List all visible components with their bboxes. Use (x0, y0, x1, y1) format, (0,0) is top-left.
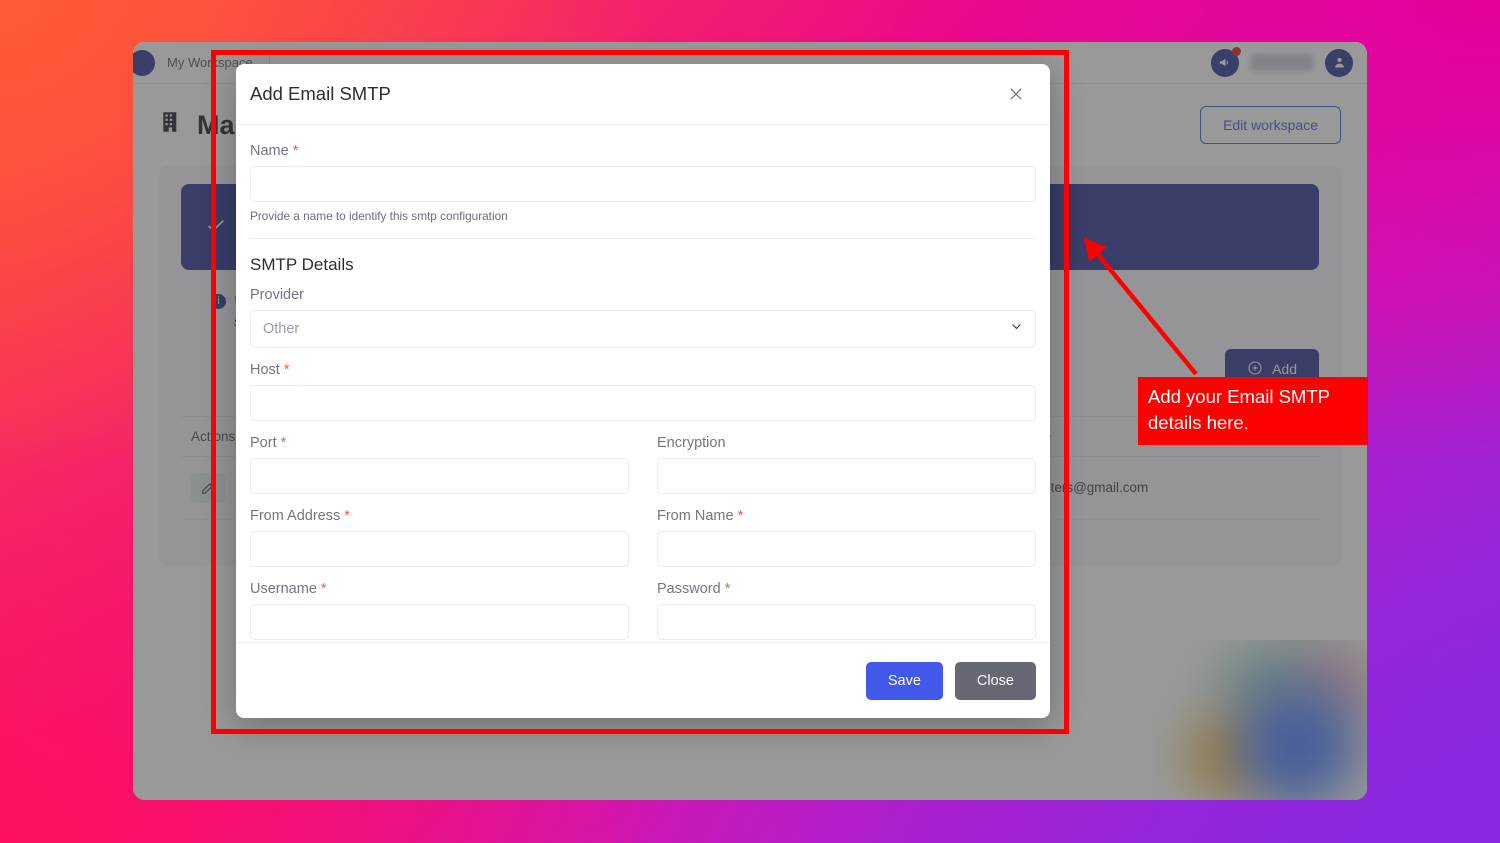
provider-select[interactable]: Other (250, 310, 1036, 348)
callout-line-1: Add your Email SMTP (1148, 386, 1330, 407)
add-email-smtp-dialog: Add Email SMTP Name * Provide a name to … (236, 64, 1050, 718)
field-port: Port * (250, 435, 629, 494)
port-label: Port * (250, 435, 629, 451)
port-input[interactable] (250, 458, 629, 494)
annotation-callout: Add your Email SMTP details here. (1138, 377, 1368, 445)
field-name: Name * Provide a name to identify this s… (250, 143, 1036, 223)
field-from-name: From Name * (657, 508, 1036, 567)
host-label: Host * (250, 362, 1036, 378)
field-provider: Provider Other (250, 287, 1036, 348)
name-label-text: Name (250, 143, 289, 159)
from-name-input[interactable] (657, 531, 1036, 567)
from-address-label: From Address * (250, 508, 629, 524)
from-name-required-mark: * (737, 508, 744, 524)
password-label-text: Password (657, 581, 721, 597)
encryption-label: Encryption (657, 435, 1036, 451)
field-host: Host * (250, 362, 1036, 421)
dialog-header: Add Email SMTP (236, 64, 1050, 125)
host-label-text: Host (250, 362, 280, 378)
row-port-encryption: Port * Encryption (250, 435, 1036, 508)
password-required-mark: * (724, 581, 731, 597)
from-address-required-mark: * (344, 508, 350, 524)
name-input[interactable] (250, 166, 1036, 202)
smtp-details-heading: SMTP Details (250, 255, 354, 274)
username-label-text: Username (250, 581, 317, 597)
username-label: Username * (250, 581, 629, 597)
name-label: Name * (250, 143, 1036, 159)
from-address-label-text: From Address (250, 508, 341, 524)
field-password: Password * (657, 581, 1036, 640)
name-required-mark: * (292, 143, 299, 159)
from-name-label-text: From Name (657, 508, 734, 524)
from-name-label: From Name * (657, 508, 1036, 524)
port-label-text: Port (250, 435, 277, 451)
name-help-text: Provide a name to identify this smtp con… (250, 209, 508, 223)
encryption-input[interactable] (657, 458, 1036, 494)
field-encryption: Encryption (657, 435, 1036, 494)
username-input[interactable] (250, 604, 629, 640)
port-required-mark: * (280, 435, 287, 451)
password-label: Password * (657, 581, 1036, 597)
username-required-mark: * (320, 581, 327, 597)
row-username-password: Username * Password * (250, 581, 1036, 642)
encryption-label-text: Encryption (657, 435, 726, 451)
dialog-body: Name * Provide a name to identify this s… (236, 125, 1050, 642)
save-button[interactable]: Save (865, 661, 943, 700)
from-address-input[interactable] (250, 531, 629, 567)
host-required-mark: * (283, 362, 290, 378)
host-input[interactable] (250, 385, 1036, 421)
password-input[interactable] (657, 604, 1036, 640)
section-divider (250, 238, 1036, 239)
provider-label-text: Provider (250, 287, 304, 303)
field-from-address: From Address * (250, 508, 629, 567)
close-icon[interactable] (1002, 80, 1030, 108)
dialog-footer: Save Close (236, 642, 1050, 718)
row-fromaddress-fromname: From Address * From Name * (250, 508, 1036, 581)
field-username: Username * (250, 581, 629, 640)
callout-line-2: details here. (1148, 412, 1249, 433)
dialog-title: Add Email SMTP (250, 83, 391, 104)
provider-label: Provider (250, 287, 1036, 303)
close-button[interactable]: Close (954, 661, 1036, 700)
